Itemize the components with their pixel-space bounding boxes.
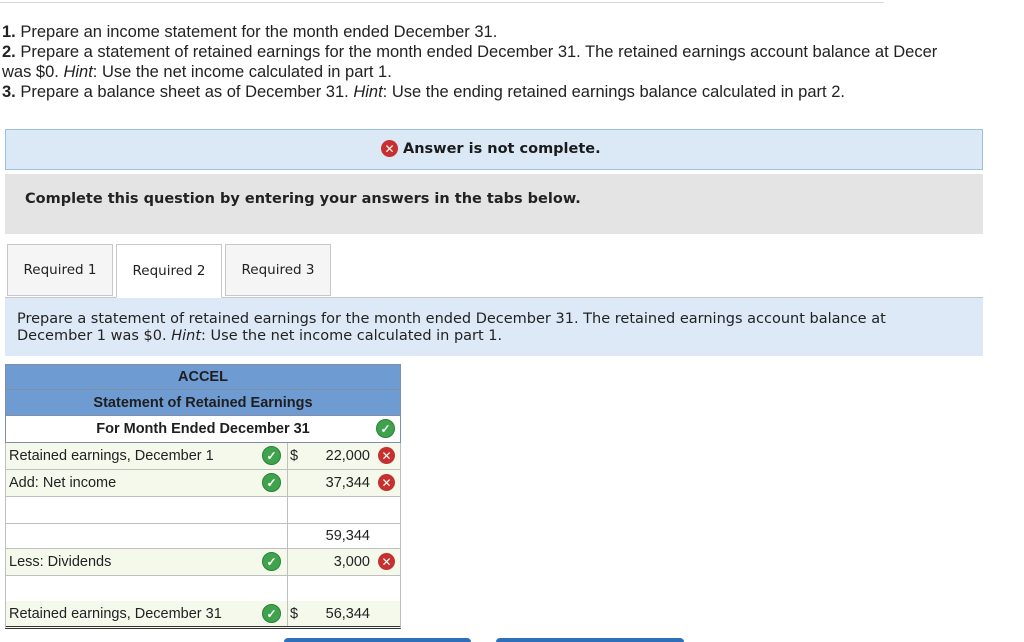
table-row-empty xyxy=(5,497,401,524)
prompt-line-2: December 1 was $0. xyxy=(17,328,172,344)
instruction-1: 1. Prepare an income statement for the m… xyxy=(2,23,498,41)
instructions: 1. Prepare an income statement for the m… xyxy=(2,22,937,102)
directions-panel: Complete this question by entering your … xyxy=(5,174,983,234)
amount-input[interactable]: 56,344 xyxy=(326,606,370,622)
error-icon: ✕ xyxy=(378,553,395,570)
banner-text: Answer is not complete. xyxy=(403,140,601,157)
check-icon: ✓ xyxy=(262,473,281,492)
error-icon: ✕ xyxy=(378,474,395,491)
error-icon: ✕ xyxy=(378,447,395,464)
table-row-empty xyxy=(5,576,401,603)
row-label[interactable]: Less: Dividends xyxy=(9,554,111,570)
table-row-retained-start: Retained earnings, December 1 ✓ $ 22,000… xyxy=(5,443,401,470)
check-icon: ✓ xyxy=(262,446,281,465)
prompt-line-1: Prepare a statement of retained earnings… xyxy=(17,311,886,327)
amount-input[interactable]: 3,000 xyxy=(334,554,370,570)
table-row-net-income: Add: Net income ✓ 37,344 ✕ xyxy=(5,470,401,497)
row-label[interactable]: Add: Net income xyxy=(9,475,116,491)
instruction-2: 2. Prepare a statement of retained earni… xyxy=(2,43,938,61)
top-divider xyxy=(0,2,884,3)
statement-period-row: For Month Ended December 31 ✓ xyxy=(5,416,401,443)
table-row-retained-end: Retained earnings, December 31 ✓ $ 56,34… xyxy=(5,601,401,629)
dollar-sign: $ xyxy=(290,448,299,464)
table-row-subtotal: 59,344 xyxy=(5,522,401,549)
amount-input[interactable]: 59,344 xyxy=(326,528,370,544)
error-icon: ✕ xyxy=(381,140,398,157)
directions-text: Complete this question by entering your … xyxy=(25,191,581,207)
row-label[interactable]: Retained earnings, December 31 xyxy=(9,606,222,622)
check-icon: ✓ xyxy=(262,552,281,571)
tab-required-3[interactable]: Required 3 xyxy=(225,244,331,296)
check-icon: ✓ xyxy=(262,604,281,623)
tab-required-2[interactable]: Required 2 xyxy=(116,244,222,298)
instruction-3: 3. Prepare a balance sheet as of Decembe… xyxy=(2,83,845,101)
next-tab-button[interactable] xyxy=(496,638,684,642)
prev-tab-button[interactable] xyxy=(284,638,471,642)
check-icon: ✓ xyxy=(376,419,395,438)
row-label[interactable]: Retained earnings, December 1 xyxy=(9,448,214,464)
amount-input[interactable]: 22,000 xyxy=(326,448,370,464)
question-prompt: Prepare a statement of retained earnings… xyxy=(5,298,983,356)
company-name: ACCEL xyxy=(5,364,401,390)
prompt-line-2-end: : Use the net income calculated in part … xyxy=(201,328,503,344)
dollar-sign: $ xyxy=(290,606,299,622)
answer-status-banner: ✕ Answer is not complete. xyxy=(5,129,983,170)
tab-required-1[interactable]: Required 1 xyxy=(7,244,113,296)
prompt-hint: Hint xyxy=(171,328,202,344)
table-row-dividends: Less: Dividends ✓ 3,000 ✕ xyxy=(5,549,401,576)
statement-period: For Month Ended December 31 xyxy=(96,421,310,437)
amount-input[interactable]: 37,344 xyxy=(326,475,370,491)
instruction-2-cont: was $0. Hint: Use the net income calcula… xyxy=(2,63,392,81)
statement-title: Statement of Retained Earnings xyxy=(5,390,401,416)
